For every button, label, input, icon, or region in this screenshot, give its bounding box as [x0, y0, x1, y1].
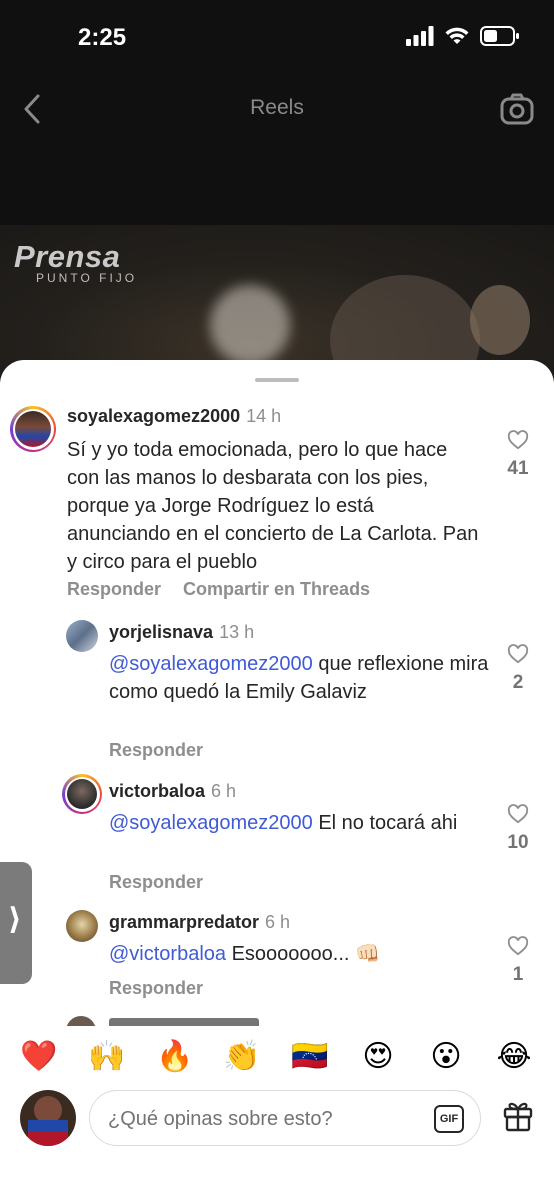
username-text[interactable]: soyalexagomez2000 — [67, 406, 240, 426]
comment-actions: Responder Compartir en Threads — [67, 579, 370, 600]
mention-link[interactable]: @soyalexagomez2000 — [109, 812, 313, 834]
like-count: 1 — [512, 964, 524, 985]
heart-icon[interactable] — [507, 644, 529, 664]
comment-input[interactable]: ¿Qué opinas sobre esto? GIF — [89, 1090, 481, 1146]
avatar[interactable] — [66, 620, 98, 652]
comments-sheet: soyalexagomez2000 14 h Sí y yo toda emoci… — [0, 360, 554, 1200]
comment-body: Esooooooo... 👊🏻 — [226, 943, 380, 965]
comment-time: 6 h — [211, 781, 237, 801]
reply-button[interactable]: Responder — [109, 978, 203, 999]
emoji-fire[interactable]: 🔥 — [155, 1040, 195, 1074]
chevron-right-icon: ⟩ — [8, 903, 22, 936]
emoji-surprised[interactable]: 😮 — [426, 1040, 466, 1074]
comment-input-row: ¿Qué opinas sobre esto? GIF — [0, 1086, 554, 1200]
username-text[interactable]: grammarpredator — [109, 912, 259, 932]
comment-text: Sí y yo toda emocionada, pero lo que hac… — [67, 439, 479, 573]
side-panel-tab[interactable]: ⟩ — [0, 862, 32, 984]
brand-name: Prensa — [14, 239, 121, 274]
comment-time: 6 h — [265, 912, 291, 932]
video-watermark: Prensa PUNTO FIJO — [14, 239, 137, 285]
video-light — [210, 285, 290, 365]
comment-text: @victorbaloa Esooooooo... 👊🏻 — [109, 940, 489, 968]
top-bar: 2:25 Reels — [0, 0, 554, 225]
emoji-heart[interactable]: ❤️ — [19, 1040, 59, 1074]
battery-icon — [480, 26, 519, 46]
emoji-raised-hands[interactable]: 🙌 — [87, 1040, 127, 1074]
status-icons — [406, 26, 520, 46]
next-comment-peek — [66, 1016, 296, 1026]
comment-username[interactable]: grammarpredator 6 h — [109, 912, 290, 933]
reply-button[interactable]: Responder — [67, 579, 161, 599]
reply-button[interactable]: Responder — [109, 740, 203, 761]
username-text[interactable]: victorbaloa — [109, 781, 205, 801]
like-count: 41 — [507, 458, 529, 479]
like-control: 1 — [498, 936, 538, 986]
comment-username[interactable]: yorjelisnava 13 h — [109, 622, 254, 643]
mention-link[interactable]: @victorbaloa — [109, 943, 226, 965]
reply-item: victorbaloa 6 h @soyalexagomez2000 El no … — [0, 760, 554, 900]
avatar[interactable] — [66, 910, 98, 942]
my-avatar — [20, 1090, 76, 1146]
comment-text: @soyalexagomez2000 El no tocará ahi — [109, 809, 489, 837]
comment-text: @soyalexagomez2000 que reflexione mira c… — [109, 650, 489, 706]
heart-icon[interactable] — [507, 936, 529, 956]
comment-time: 13 h — [219, 622, 255, 642]
heart-icon[interactable] — [507, 804, 529, 824]
video-hand — [470, 285, 530, 355]
like-count: 10 — [507, 832, 529, 853]
brand-subtitle: PUNTO FIJO — [36, 271, 138, 285]
wifi-icon — [445, 27, 469, 44]
emoji-clapping[interactable]: 👏 — [222, 1040, 262, 1074]
share-threads-button[interactable]: Compartir en Threads — [183, 579, 370, 599]
emoji-venezuela-flag[interactable]: 🇻🇪 — [290, 1040, 330, 1074]
like-control: 10 — [498, 804, 538, 854]
comment-body: El no tocará ahi — [312, 812, 458, 834]
reply-item: grammarpredator 6 h @victorbaloa Esoooooo… — [0, 900, 554, 1026]
gif-button[interactable]: GIF — [434, 1105, 464, 1133]
reply-button[interactable]: Responder — [109, 872, 203, 893]
like-control: 2 — [498, 644, 538, 694]
comment-item: soyalexagomez2000 14 h Sí y yo toda emoci… — [0, 360, 554, 610]
username-text[interactable]: yorjelisnava — [109, 622, 213, 642]
page-title: Reels — [250, 96, 304, 119]
emoji-reaction-bar: ❤️ 🙌 🔥 👏 🇻🇪 😍 😮 😂 — [0, 1026, 554, 1086]
comment-username[interactable]: soyalexagomez2000 14 h — [67, 406, 281, 427]
like-count: 2 — [512, 672, 524, 693]
camera-icon[interactable] — [500, 92, 534, 126]
avatar[interactable] — [67, 779, 97, 809]
heart-icon[interactable] — [507, 430, 529, 450]
avatar[interactable] — [15, 411, 51, 447]
status-time: 2:25 — [78, 24, 127, 51]
emoji-laughing[interactable]: 😂 — [494, 1040, 534, 1074]
reply-item: yorjelisnava 13 h @soyalexagomez2000 que … — [0, 610, 554, 760]
comment-username[interactable]: victorbaloa 6 h — [109, 781, 236, 802]
emoji-heart-eyes[interactable]: 😍 — [358, 1040, 398, 1074]
mention-link[interactable]: @soyalexagomez2000 — [109, 653, 313, 675]
gift-icon[interactable] — [502, 1098, 534, 1132]
comment-input-placeholder: ¿Qué opinas sobre esto? — [108, 1108, 333, 1130]
like-control: 41 — [498, 430, 538, 480]
signal-icon — [406, 26, 434, 46]
comment-time: 14 h — [246, 406, 282, 426]
